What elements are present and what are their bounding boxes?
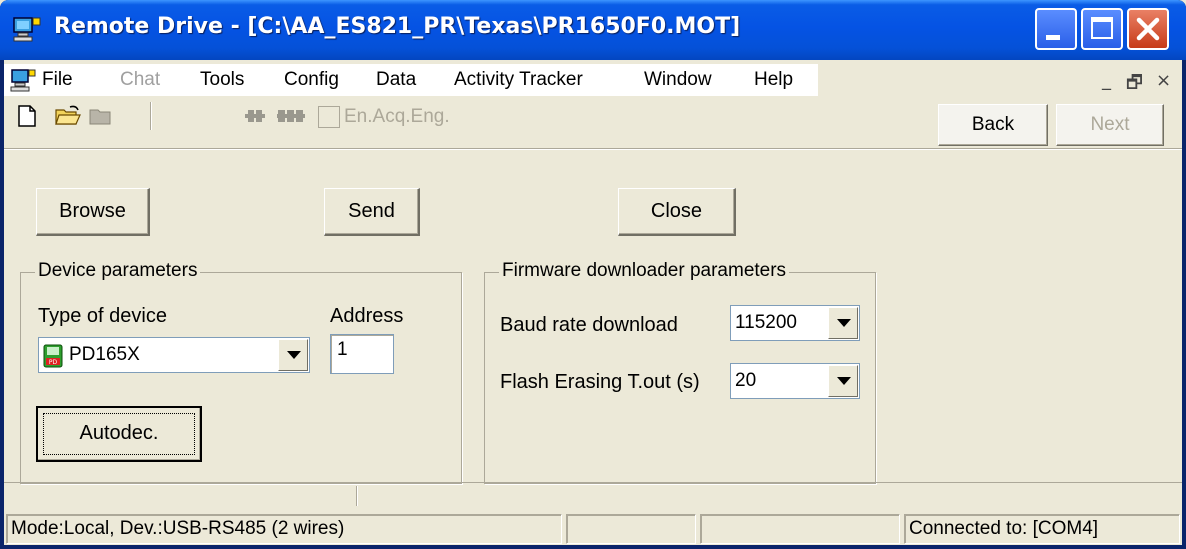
mdi-minimize-button[interactable]: _: [1102, 70, 1111, 91]
en-acq-eng-label: En.Acq.Eng.: [344, 106, 450, 127]
computer-network-icon: [13, 17, 41, 42]
device-icon: PD: [43, 344, 63, 368]
lower-panel: [4, 482, 1182, 512]
autodec-button[interactable]: Autodec.: [36, 406, 202, 462]
menu-bar: File Chat Tools Config Data Activity Tra…: [4, 64, 1182, 96]
menu-window[interactable]: Window: [644, 69, 712, 91]
mdi-restore-button[interactable]: 🗗: [1126, 70, 1143, 100]
disconnect-icon: [277, 110, 305, 122]
next-button: Next: [1056, 104, 1164, 146]
browse-button-label: Browse: [59, 200, 126, 222]
back-button[interactable]: Back: [938, 104, 1048, 146]
baud-rate-dropdown-button[interactable]: [828, 307, 858, 339]
close-window-button[interactable]: [1127, 8, 1169, 50]
minimize-button[interactable]: [1035, 8, 1077, 50]
svg-text:PD: PD: [49, 359, 58, 366]
new-file-icon[interactable]: [16, 104, 38, 128]
status-mode: Mode:Local, Dev.:USB-RS485 (2 wires): [6, 514, 562, 544]
window-title: Remote Drive - [C:\AA_ES821_PR\Texas\PR1…: [54, 14, 741, 39]
type-of-device-label: Type of device: [38, 305, 167, 327]
device-parameters-title: Device parameters: [35, 260, 201, 282]
status-cell-2: [566, 514, 696, 544]
lower-panel-splitter[interactable]: [356, 486, 358, 506]
status-cell-3: [700, 514, 900, 544]
open-folder-icon[interactable]: [54, 104, 82, 128]
menu-tools[interactable]: Tools: [200, 69, 244, 91]
document-window-icon[interactable]: [10, 68, 36, 92]
browse-button[interactable]: Browse: [36, 188, 150, 236]
toolbar-separator: [150, 102, 152, 130]
firmware-parameters-title: Firmware downloader parameters: [499, 260, 790, 282]
close-button[interactable]: Close: [618, 188, 736, 236]
status-bar: Mode:Local, Dev.:USB-RS485 (2 wires) Con…: [4, 512, 1182, 545]
chevron-down-icon: [287, 351, 301, 359]
baud-rate-label: Baud rate download: [500, 314, 678, 336]
baud-rate-value: 115200: [735, 312, 797, 333]
flash-erasing-label: Flash Erasing T.out (s): [500, 371, 700, 393]
status-connection: Connected to: [COM4]: [904, 514, 1180, 544]
type-of-device-dropdown-button[interactable]: [278, 339, 308, 371]
send-button-label: Send: [348, 200, 395, 222]
chevron-down-icon: [837, 377, 851, 385]
menu-config[interactable]: Config: [284, 69, 339, 91]
flash-erasing-value: 20: [735, 370, 757, 391]
toolbar: En.Acq.Eng. Back Next: [4, 98, 1182, 146]
baud-rate-select[interactable]: 115200: [730, 305, 860, 341]
address-input[interactable]: 1: [330, 334, 394, 374]
menu-activity-tracker[interactable]: Activity Tracker: [454, 69, 583, 91]
connect-icon: [245, 110, 265, 122]
focus-rectangle: [43, 413, 195, 455]
folder-icon: [89, 109, 111, 125]
maximize-icon: [1091, 17, 1113, 39]
client-area: File Chat Tools Config Data Activity Tra…: [4, 60, 1182, 545]
flash-erasing-dropdown-button[interactable]: [828, 365, 858, 397]
send-button[interactable]: Send: [324, 188, 420, 236]
title-bar[interactable]: Remote Drive - [C:\AA_ES821_PR\Texas\PR1…: [0, 0, 1186, 60]
toolbar-divider: [4, 148, 1182, 150]
flash-erasing-select[interactable]: 20: [730, 363, 860, 399]
en-acq-eng-checkbox: [318, 106, 340, 128]
type-of-device-value: PD165X: [69, 344, 140, 365]
app-window: Remote Drive - [C:\AA_ES821_PR\Texas\PR1…: [0, 0, 1186, 549]
menu-help[interactable]: Help: [754, 69, 793, 91]
chevron-down-icon: [837, 319, 851, 327]
minimize-icon: [1046, 35, 1060, 40]
menu-file[interactable]: File: [42, 69, 73, 91]
menu-data[interactable]: Data: [376, 69, 416, 91]
mdi-close-button[interactable]: ×: [1156, 70, 1171, 91]
type-of-device-select[interactable]: PD PD165X: [38, 337, 310, 373]
maximize-button[interactable]: [1081, 8, 1123, 50]
close-icon: [1136, 17, 1160, 41]
close-button-label: Close: [650, 200, 703, 222]
address-label: Address: [330, 305, 404, 327]
menu-chat: Chat: [120, 69, 161, 90]
